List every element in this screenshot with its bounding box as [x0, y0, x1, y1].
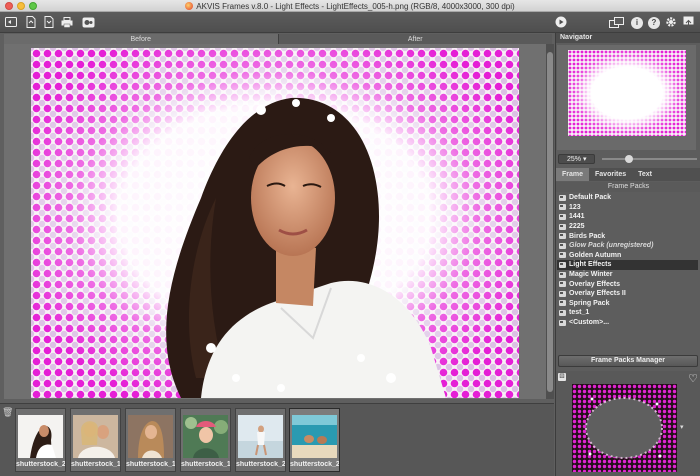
- image-filmstrip: 🗑 shutterstock_2... shutterstock_1... sh…: [0, 403, 554, 476]
- zoom-dropdown[interactable]: 25% ▾: [558, 154, 595, 164]
- thumbnail-label: shutterstock_2...: [16, 461, 65, 468]
- trash-icon[interactable]: 🗑: [2, 407, 13, 418]
- filmstrip-item[interactable]: shutterstock_1...: [125, 408, 176, 472]
- right-panel: Navigator 25% ▾ Frame Favorites Text Fra…: [555, 33, 700, 476]
- thumbnail-label: shutterstock_1...: [181, 461, 230, 468]
- result-image[interactable]: [31, 48, 519, 398]
- pack-icon: [559, 309, 566, 316]
- thumbnail-image: [73, 415, 118, 458]
- pack-icon: [559, 242, 566, 249]
- title-bar: AKVIS Frames v.8.0 - Light Effects - Lig…: [0, 0, 700, 12]
- settings-icon[interactable]: [664, 16, 677, 28]
- list-item-selected[interactable]: Light Effects: [557, 260, 698, 270]
- pack-icon: [559, 223, 566, 230]
- list-item[interactable]: Default Pack: [557, 193, 698, 203]
- list-item[interactable]: Overlay Effects: [557, 279, 698, 289]
- list-item[interactable]: Spring Pack: [557, 299, 698, 309]
- next-frame-arrow-icon[interactable]: ▾: [680, 423, 684, 431]
- tab-after[interactable]: After: [278, 34, 552, 44]
- run-icon[interactable]: [554, 16, 567, 28]
- zoom-controls: 25% ▾: [556, 152, 700, 166]
- list-item[interactable]: Glow Pack (unregistered): [557, 241, 698, 251]
- tab-favorites[interactable]: Favorites: [589, 168, 632, 181]
- filmstrip-item-selected[interactable]: shutterstock_2...: [289, 408, 340, 472]
- preferences-icon[interactable]: [608, 16, 624, 28]
- print-icon[interactable]: [60, 16, 73, 28]
- save-icon[interactable]: [42, 16, 55, 28]
- thumbnail-label: shutterstock_1...: [71, 461, 120, 468]
- tab-text[interactable]: Text: [632, 168, 658, 181]
- list-item[interactable]: <Custom>...: [557, 318, 698, 328]
- thumbnail-label: shutterstock_1...: [126, 461, 175, 468]
- navigator-header: Navigator: [556, 33, 700, 43]
- pack-icon: [559, 233, 566, 240]
- pack-icon: [559, 300, 566, 307]
- filmstrip-item[interactable]: shutterstock_1...: [180, 408, 231, 472]
- pack-icon: [559, 252, 566, 259]
- pack-icon: [559, 319, 566, 326]
- frame-preview-area: ⚄ ♡ ▾: [556, 371, 700, 476]
- navigator-thumbnail: [568, 50, 686, 136]
- list-item[interactable]: 2225: [557, 222, 698, 232]
- light-effects-frame-image: [31, 48, 519, 398]
- frame-thumbnail[interactable]: [572, 384, 677, 472]
- batch-icon[interactable]: [82, 16, 95, 28]
- export-icon[interactable]: [682, 16, 695, 28]
- list-item[interactable]: 123: [557, 203, 698, 213]
- akvis-logo-icon: [185, 2, 194, 10]
- pack-icon: [559, 261, 566, 268]
- thumbnail-image: [128, 415, 173, 458]
- list-item[interactable]: test_1: [557, 308, 698, 318]
- thumbnail-image: [183, 415, 228, 458]
- pack-icon: [559, 194, 566, 201]
- list-item[interactable]: Birds Pack: [557, 231, 698, 241]
- pack-icon: [559, 271, 566, 278]
- pack-icon: [559, 290, 566, 297]
- panel-tabs: Frame Favorites Text: [556, 168, 700, 181]
- app-window: AKVIS Frames v.8.0 - Light Effects - Lig…: [0, 0, 700, 476]
- thumbnail-label: shutterstock_2...: [290, 461, 339, 468]
- zoom-slider-handle[interactable]: [625, 155, 633, 163]
- compare-tabs: Before After: [4, 34, 552, 44]
- image-workspace[interactable]: [4, 44, 546, 399]
- list-item[interactable]: Magic Winter: [557, 270, 698, 280]
- thumbnail-image: [18, 415, 63, 458]
- filmstrip-item[interactable]: shutterstock_1...: [70, 408, 121, 472]
- tab-frame[interactable]: Frame: [556, 168, 590, 181]
- tab-before[interactable]: Before: [4, 34, 279, 44]
- scrollbar-thumb[interactable]: [547, 52, 553, 392]
- pack-icon: [559, 213, 566, 220]
- navigator-preview[interactable]: [557, 45, 696, 150]
- pack-icon: [559, 281, 566, 288]
- window-title-wrap: AKVIS Frames v.8.0 - Light Effects - Lig…: [0, 0, 700, 12]
- filmstrip-item[interactable]: shutterstock_2...: [235, 408, 286, 472]
- thumbnail-image: [292, 415, 337, 458]
- list-item[interactable]: Golden Autumn: [557, 251, 698, 261]
- thumbnail-image: [238, 415, 283, 458]
- workspace-icon[interactable]: [4, 16, 17, 28]
- main-toolbar: i ?: [0, 12, 700, 33]
- list-item[interactable]: 1441: [557, 212, 698, 222]
- thumbnail-label: shutterstock_2...: [236, 461, 285, 468]
- open-icon[interactable]: [24, 16, 37, 28]
- frame-packs-title: Frame Packs: [556, 182, 700, 192]
- zoom-slider[interactable]: [602, 155, 697, 163]
- help-icon[interactable]: ?: [648, 17, 660, 29]
- info-icon[interactable]: i: [631, 17, 643, 29]
- list-item[interactable]: Overlay Effects II: [557, 289, 698, 299]
- favorite-heart-icon[interactable]: ♡: [688, 372, 698, 385]
- frame-packs-manager-button[interactable]: Frame Packs Manager: [558, 355, 698, 367]
- pack-icon: [559, 204, 566, 211]
- window-title: AKVIS Frames v.8.0 - Light Effects - Lig…: [196, 1, 515, 11]
- filmstrip-item[interactable]: shutterstock_2...: [15, 408, 66, 472]
- random-dice-icon[interactable]: ⚄: [558, 373, 566, 381]
- canvas-vertical-scrollbar[interactable]: [546, 44, 554, 399]
- zoom-value: 25%: [567, 156, 582, 163]
